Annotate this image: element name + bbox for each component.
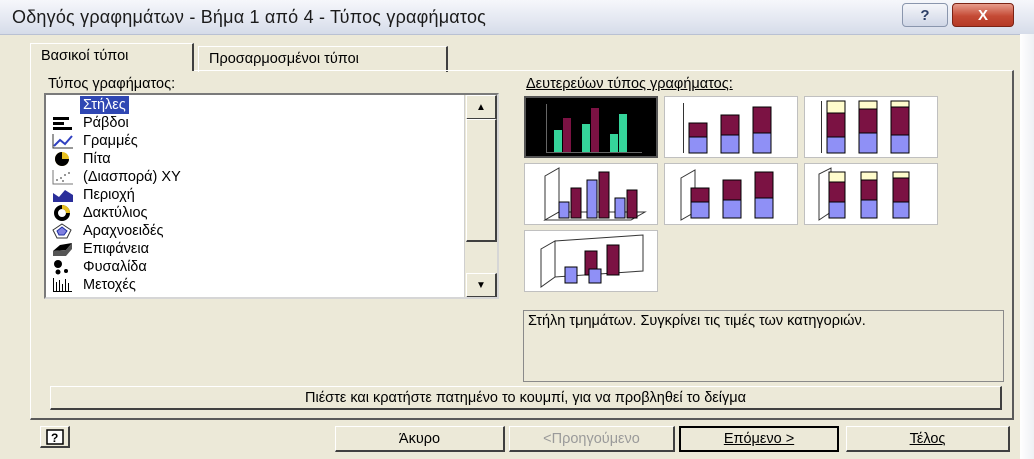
chart-type-label: Τύπος γραφήματος: — [48, 76, 176, 92]
list-item-bar[interactable]: Ράβδοι — [48, 114, 468, 132]
100-stacked-column-thumbnail — [821, 100, 910, 154]
chart-type-list[interactable]: Στήλες Ράβδοι Γραμμές Πίτα (Διασπορά) XY… — [44, 93, 499, 299]
window-title: Οδηγός γραφημάτων - Βήμα 1 από 4 - Τύπος… — [12, 7, 487, 27]
doughnut-chart-icon — [52, 205, 74, 221]
surface-chart-icon — [52, 241, 74, 257]
stacked-column-thumbnail — [683, 103, 772, 154]
clustered-column-thumbnail — [546, 104, 642, 153]
line-chart-icon — [52, 133, 74, 149]
list-item-pie[interactable]: Πίτα — [48, 150, 468, 168]
area-chart-icon — [52, 187, 74, 203]
question-mark-icon: ? — [920, 6, 930, 24]
radar-chart-icon — [52, 223, 74, 239]
bar-chart-icon — [52, 115, 74, 131]
scatter-chart-icon — [52, 169, 74, 185]
tab-custom-types[interactable]: Προσαρμοσμένοι τύποι — [198, 46, 448, 72]
pie-chart-icon — [52, 151, 74, 167]
back-button[interactable]: <Προηγούμενο — [509, 426, 675, 452]
3d-100-stacked-column-thumbnail — [818, 167, 910, 221]
arrow-up-icon: ▲ — [476, 101, 486, 113]
scroll-down-button[interactable]: ▼ — [466, 273, 497, 297]
subtype-3d-stacked-column[interactable] — [664, 163, 798, 225]
window-right-edge — [1020, 34, 1034, 459]
list-item-surface[interactable]: Επιφάνεια — [48, 240, 468, 258]
office-assistant-button[interactable]: ? — [40, 426, 70, 448]
subtype-clustered-column[interactable] — [524, 96, 658, 158]
list-item-radar[interactable]: Αραχνοειδές — [48, 222, 468, 240]
subtype-100-stacked-column[interactable] — [804, 96, 938, 158]
scroll-thumb[interactable] — [466, 119, 497, 242]
cancel-button[interactable]: Άκυρο — [335, 426, 505, 452]
tab-standard-types[interactable]: Βασικοί τύποι — [30, 43, 194, 71]
list-item-bubble[interactable]: Φυσαλίδα — [48, 258, 468, 276]
chart-wizard-dialog: Οδηγός γραφημάτων - Βήμα 1 από 4 - Τύπος… — [0, 0, 1034, 459]
subtype-3d-clustered-column[interactable] — [524, 163, 658, 225]
scroll-up-button[interactable]: ▲ — [466, 95, 497, 120]
subtype-3d-100-stacked-column[interactable] — [804, 163, 938, 225]
finish-button[interactable]: Τέλος — [846, 426, 1010, 452]
help-title-button[interactable]: ? — [902, 3, 948, 27]
help-assistant-icon: ? — [45, 428, 64, 445]
column-chart-icon — [52, 97, 74, 113]
preview-sample-button[interactable]: Πιέστε και κρατήστε πατημένο το κουμπί, … — [50, 386, 1002, 410]
stock-chart-icon — [52, 277, 74, 293]
subtype-description: Στήλη τμημάτων. Συγκρίνει τις τιμές των … — [523, 310, 1004, 382]
title-bar: Οδηγός γραφημάτων - Βήμα 1 από 4 - Τύπος… — [0, 0, 1034, 35]
bubble-chart-icon — [52, 259, 74, 275]
next-button[interactable]: Επόμενο > — [679, 426, 839, 452]
close-icon: X — [977, 6, 988, 24]
list-item-doughnut[interactable]: Δακτύλιος — [48, 204, 468, 222]
close-button[interactable]: X — [952, 3, 1014, 27]
list-item-area[interactable]: Περιοχή — [48, 186, 468, 204]
list-item-stock[interactable]: Μετοχές — [48, 276, 468, 294]
subtype-3d-column[interactable] — [524, 230, 658, 292]
subtype-stacked-column[interactable] — [664, 96, 798, 158]
svg-text:?: ? — [51, 431, 58, 445]
list-item-column[interactable]: Στήλες — [48, 96, 468, 114]
list-item-line[interactable]: Γραμμές — [48, 132, 468, 150]
list-item-scatter[interactable]: (Διασπορά) XY — [48, 168, 468, 186]
3d-column-thumbnail — [540, 234, 644, 288]
chart-type-scrollbar[interactable]: ▲ ▼ — [464, 95, 497, 297]
arrow-down-icon: ▼ — [476, 279, 486, 291]
3d-stacked-column-thumbnail — [680, 169, 774, 221]
chart-subtype-label: Δευτερεύων τύπος γραφήματος: — [526, 76, 733, 92]
3d-clustered-column-thumbnail — [543, 167, 647, 221]
